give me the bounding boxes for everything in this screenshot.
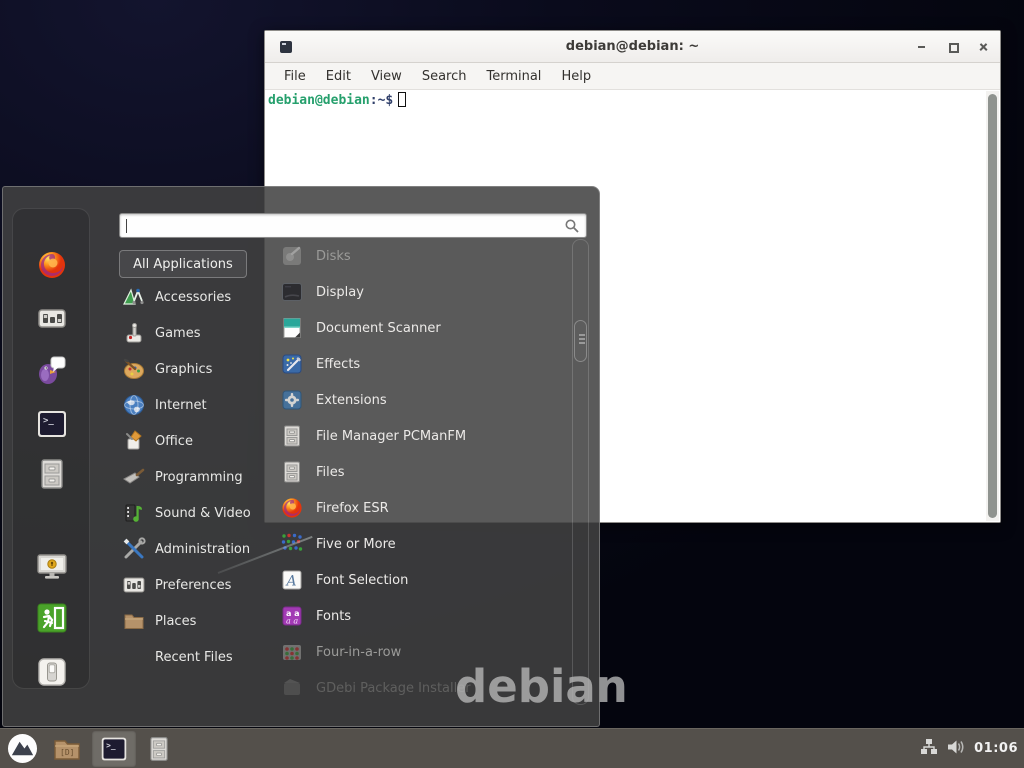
app-document-scanner[interactable]: Document Scanner <box>280 311 560 345</box>
category-sound-video[interactable]: Sound & Video <box>122 497 272 529</box>
close-button[interactable] <box>979 42 988 51</box>
file-manager-button[interactable]: [D] <box>48 731 86 767</box>
fonts-icon: a a a a <box>280 604 304 628</box>
folder-icon: [D] <box>52 735 82 763</box>
terminal-cursor <box>398 92 406 107</box>
settings-box-icon[interactable] <box>36 302 68 334</box>
graphics-icon <box>122 357 146 381</box>
category-internet[interactable]: Internet <box>122 389 272 421</box>
gdebi-icon <box>280 676 304 700</box>
file-cabinet-icon <box>146 735 172 763</box>
app-file-manager-pcmanfm[interactable]: File Manager PCManFM <box>280 419 560 453</box>
category-office[interactable]: Office <box>122 425 272 457</box>
category-programming[interactable]: Programming <box>122 461 272 493</box>
files-button[interactable] <box>142 731 176 767</box>
disks-icon <box>280 244 304 268</box>
category-recent-files[interactable]: Recent Files <box>122 641 272 673</box>
four-in-a-row-icon <box>280 640 304 664</box>
office-icon <box>122 429 146 453</box>
maximize-button[interactable] <box>948 42 957 51</box>
sound-video-icon <box>122 501 146 525</box>
menu-terminal[interactable]: Terminal <box>476 66 551 87</box>
menu-logo-icon <box>7 733 38 764</box>
category-all-applications[interactable]: All Applications <box>119 250 247 278</box>
menu-scrollbar[interactable] <box>572 239 589 705</box>
prompt-path: :~$ <box>370 93 393 108</box>
preferences-icon <box>122 573 146 597</box>
terminal-menubar: File Edit View Search Terminal Help <box>265 63 1000 90</box>
pidgin-icon[interactable] <box>36 354 68 386</box>
category-preferences[interactable]: Preferences <box>122 569 272 601</box>
menu-edit[interactable]: Edit <box>316 66 361 87</box>
terminal-scrollbar-thumb[interactable] <box>988 94 997 518</box>
taskbar: [D] >_ <box>0 728 1024 768</box>
terminal-title: debian@debian: ~ <box>265 39 1000 54</box>
minimize-button[interactable] <box>917 42 926 51</box>
taskbar-clock[interactable]: 01:06 <box>974 741 1018 756</box>
games-icon <box>122 321 146 345</box>
app-extensions[interactable]: Extensions <box>280 383 560 417</box>
terminal-icon: >_ <box>100 735 128 763</box>
category-graphics[interactable]: Graphics <box>122 353 272 385</box>
svg-text:A: A <box>285 574 297 590</box>
network-icon[interactable] <box>920 738 938 759</box>
effects-icon <box>280 352 304 376</box>
menu-help[interactable]: Help <box>551 66 601 87</box>
terminal-button[interactable]: >_ <box>92 731 136 767</box>
terminal-app-icon <box>280 41 292 53</box>
search-input[interactable] <box>119 213 587 238</box>
category-games[interactable]: Games <box>122 317 272 349</box>
app-effects[interactable]: Effects <box>280 347 560 381</box>
search-icon <box>564 218 580 238</box>
shutdown-icon[interactable] <box>36 656 68 688</box>
menu-sidebar: >_ <box>12 208 90 689</box>
search-caret <box>126 219 127 233</box>
app-font-selection[interactable]: A Font Selection <box>280 563 560 597</box>
app-five-or-more[interactable]: Five or More <box>280 527 560 561</box>
menu-button[interactable] <box>3 731 42 767</box>
desktop[interactable]: debian@debian: ~ File Edit View Search T… <box>0 0 1024 768</box>
category-accessories[interactable]: Accessories <box>122 281 272 313</box>
terminal-icon[interactable]: >_ <box>36 408 68 440</box>
menu-file[interactable]: File <box>274 66 316 87</box>
accessories-icon <box>122 285 146 309</box>
terminal-titlebar[interactable]: debian@debian: ~ <box>265 31 1000 63</box>
category-places[interactable]: Places <box>122 605 272 637</box>
prompt-user: debian@debian <box>268 93 370 108</box>
lock-screen-icon[interactable] <box>36 551 68 583</box>
programming-icon <box>122 465 146 489</box>
menu-scrollbar-thumb[interactable] <box>574 320 587 362</box>
app-display[interactable]: Display <box>280 275 560 309</box>
logout-icon[interactable] <box>36 602 68 634</box>
firefox-icon[interactable] <box>36 249 68 281</box>
extensions-icon <box>280 388 304 412</box>
file-cabinet-icon[interactable] <box>36 458 68 490</box>
file-cabinet-icon <box>280 460 304 484</box>
administration-icon <box>122 537 146 561</box>
internet-icon <box>122 393 146 417</box>
menu-search[interactable]: Search <box>412 66 477 87</box>
app-files[interactable]: Files <box>280 455 560 489</box>
menu-view[interactable]: View <box>361 66 412 87</box>
svg-text:>_: >_ <box>106 741 116 750</box>
svg-text:a a: a a <box>286 617 298 626</box>
volume-icon[interactable] <box>947 739 965 759</box>
firefox-icon <box>280 496 304 520</box>
file-cabinet-icon <box>280 424 304 448</box>
terminal-prompt: debian@debian:~$ <box>268 92 406 108</box>
document-scanner-icon <box>280 316 304 340</box>
terminal-scrollbar[interactable] <box>986 91 999 521</box>
app-fonts[interactable]: a a a a Fonts <box>280 599 560 633</box>
app-disks: Disks <box>280 239 560 273</box>
places-icon <box>122 609 146 633</box>
app-firefox-esr[interactable]: Firefox ESR <box>280 491 560 525</box>
debian-wallpaper-watermark: debian <box>455 660 628 713</box>
application-menu: >_ <box>2 186 600 727</box>
display-icon <box>280 280 304 304</box>
svg-text:[D]: [D] <box>60 748 74 757</box>
svg-text:>_: >_ <box>43 416 54 426</box>
font-selection-icon: A <box>280 568 304 592</box>
